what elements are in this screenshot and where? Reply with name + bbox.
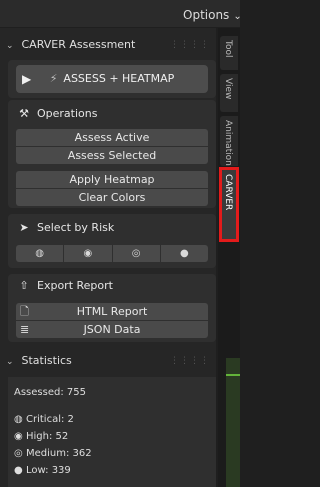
statistics-box: Assessed: 755 ◍ Critical: 2 ◉ High: 52 ◎ Me… (8, 377, 216, 487)
html-report-button[interactable]: 🗋 HTML Report (16, 303, 208, 320)
tab-carver[interactable]: CARVER (220, 170, 238, 240)
json-data-button[interactable]: ≣ JSON Data (16, 321, 208, 338)
statistics-title: Statistics (21, 354, 72, 367)
select-by-risk-box: ➤ Select by Risk ◍ ◉ ◎ ● (8, 214, 216, 268)
critical-icon: ◍ (14, 414, 23, 425)
select-low-icon[interactable]: ● (160, 245, 208, 262)
tab-tool[interactable]: Tool (220, 36, 238, 70)
assess-box: ▶ ⚡ ASSESS + HEATMAP (8, 60, 216, 98)
low-label: Low: 339 (26, 465, 71, 476)
tab-animation[interactable]: Animation (220, 116, 238, 166)
export-report-box: ⇧ Export Report 🗋 HTML Report ≣ JSON Data (8, 274, 216, 342)
cursor-icon: ➤ (19, 221, 29, 234)
tab-animation-label: Animation (223, 120, 233, 166)
options-button[interactable]: Options ⌄ (183, 8, 242, 22)
critical-stat: ◍ Critical: 2 (14, 414, 74, 425)
viewport-green-line (226, 374, 240, 376)
risk-button-row: ◍ ◉ ◎ ● (16, 245, 208, 262)
operations-title: ⚒ Operations (16, 105, 97, 123)
export-report-title: ⇧ Export Report (16, 277, 113, 295)
tab-tool-label: Tool (223, 40, 233, 58)
medium-label: Medium: 362 (26, 448, 92, 459)
tools-icon: ⚒ (19, 107, 29, 120)
low-stat: ● Low: 339 (14, 465, 71, 476)
low-icon: ● (14, 465, 23, 476)
statistics-header[interactable]: ⌄ Statistics ⋮⋮⋮⋮ (4, 349, 216, 373)
select-high-icon[interactable]: ◉ (64, 245, 113, 262)
options-label: Options (183, 8, 230, 22)
high-stat: ◉ High: 52 (14, 431, 68, 442)
apply-heatmap-button[interactable]: Apply Heatmap (16, 171, 208, 188)
assessed-count: Assessed: 755 (14, 387, 86, 398)
export-icon: ⇧ (19, 279, 29, 292)
clear-colors-button[interactable]: Clear Colors (16, 189, 208, 206)
high-label: High: 52 (26, 431, 69, 442)
html-report-label: HTML Report (76, 305, 148, 318)
play-icon: ▶ (22, 72, 32, 86)
medium-stat: ◎ Medium: 362 (14, 448, 92, 459)
select-by-risk-label: Select by Risk (37, 221, 115, 234)
chevron-down-icon: ⌄ (6, 357, 14, 367)
json-data-label: JSON Data (83, 323, 141, 336)
assess-heatmap-button[interactable]: ▶ ⚡ ASSESS + HEATMAP (16, 65, 208, 93)
panel-title: CARVER Assessment (21, 38, 136, 51)
critical-label: Critical: 2 (26, 414, 74, 425)
medium-icon: ◎ (14, 448, 23, 459)
operations-label: Operations (37, 107, 98, 120)
lightning-icon: ⚡ (49, 72, 58, 85)
viewport-strip (226, 358, 240, 487)
select-medium-icon[interactable]: ◎ (112, 245, 161, 262)
assess-active-button[interactable]: Assess Active (16, 129, 208, 146)
export-report-label: Export Report (37, 279, 113, 292)
select-by-risk-title: ➤ Select by Risk (16, 219, 114, 237)
operations-box: ⚒ Operations Assess Active Assess Selecte… (8, 100, 216, 208)
select-critical-icon[interactable]: ◍ (16, 245, 65, 262)
assess-selected-button[interactable]: Assess Selected (16, 147, 208, 164)
carver-assessment-header[interactable]: ⌄ CARVER Assessment ⋮⋮⋮⋮ (4, 33, 216, 57)
chevron-down-icon: ⌄ (6, 41, 14, 51)
high-icon: ◉ (14, 431, 23, 442)
drag-grip-icon[interactable]: ⋮⋮⋮⋮ (170, 349, 210, 373)
chevron-down-icon: ⌄ (233, 11, 242, 22)
tab-carver-label: CARVER (223, 174, 233, 211)
assess-heatmap-label: ASSESS + HEATMAP (63, 72, 175, 85)
tab-view-label: View (223, 78, 233, 100)
drag-grip-icon[interactable]: ⋮⋮⋮⋮ (170, 33, 210, 57)
tab-view[interactable]: View (220, 74, 238, 112)
top-bar: Options ⌄ (0, 0, 242, 27)
